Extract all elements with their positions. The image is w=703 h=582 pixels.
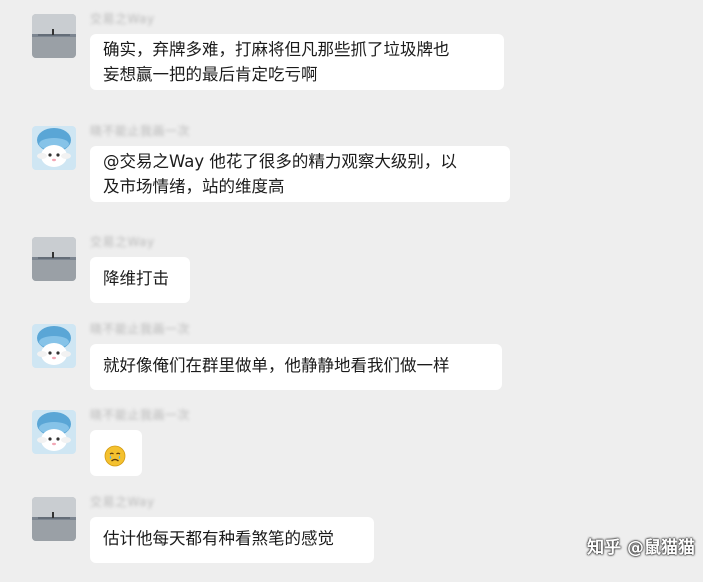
sender-name: 交易之Way [90, 12, 155, 26]
message-bubble[interactable]: @交易之Way 他花了很多的精力观察大级别，以 及市场情绪，站的维度高 [90, 146, 510, 202]
bunny-avatar-image [32, 410, 76, 454]
avatar[interactable] [32, 237, 76, 281]
avatar[interactable] [32, 14, 76, 58]
message-bubble[interactable] [90, 430, 142, 476]
sender-name: 晓不能止我画一次 [90, 124, 191, 138]
message-line: 降维打击 [103, 269, 169, 288]
message-bubble[interactable]: 就好像俺们在群里做单，他静静地看我们做一样 [90, 344, 502, 390]
sender-name: 交易之Way [90, 235, 155, 249]
message-bubble[interactable]: 确实，弃牌多难，打麻将但凡那些抓了垃圾牌也 妄想赢一把的最后肯定吃亏啊 [90, 34, 504, 90]
avatar[interactable] [32, 410, 76, 454]
message-line: 估计他每天都有种看煞笔的感觉 [103, 529, 334, 548]
message-line: 就好像俺们在群里做单，他静静地看我们做一样 [103, 356, 450, 375]
message-line: 及市场情绪，站的维度高 [103, 177, 285, 196]
crying-face-icon [104, 445, 126, 466]
message-bubble[interactable]: 降维打击 [90, 257, 190, 303]
message-line: @交易之Way 他花了很多的精力观察大级别，以 [103, 152, 457, 171]
sender-name: 交易之Way [90, 495, 155, 509]
beach-avatar-image [32, 497, 76, 541]
avatar[interactable] [32, 497, 76, 541]
avatar[interactable] [32, 126, 76, 170]
message-bubble[interactable]: 估计他每天都有种看煞笔的感觉 [90, 517, 374, 563]
watermark: 知乎 @鼠猫猫 [587, 538, 695, 558]
avatar[interactable] [32, 324, 76, 368]
bunny-avatar-image [32, 324, 76, 368]
beach-avatar-image [32, 237, 76, 281]
sender-name: 晓不能止我画一次 [90, 322, 191, 336]
message-line: 妄想赢一把的最后肯定吃亏啊 [103, 65, 318, 84]
sender-name: 晓不能止我画一次 [90, 408, 191, 422]
bunny-avatar-image [32, 126, 76, 170]
beach-avatar-image [32, 14, 76, 58]
message-line: 确实，弃牌多难，打麻将但凡那些抓了垃圾牌也 [103, 40, 450, 59]
